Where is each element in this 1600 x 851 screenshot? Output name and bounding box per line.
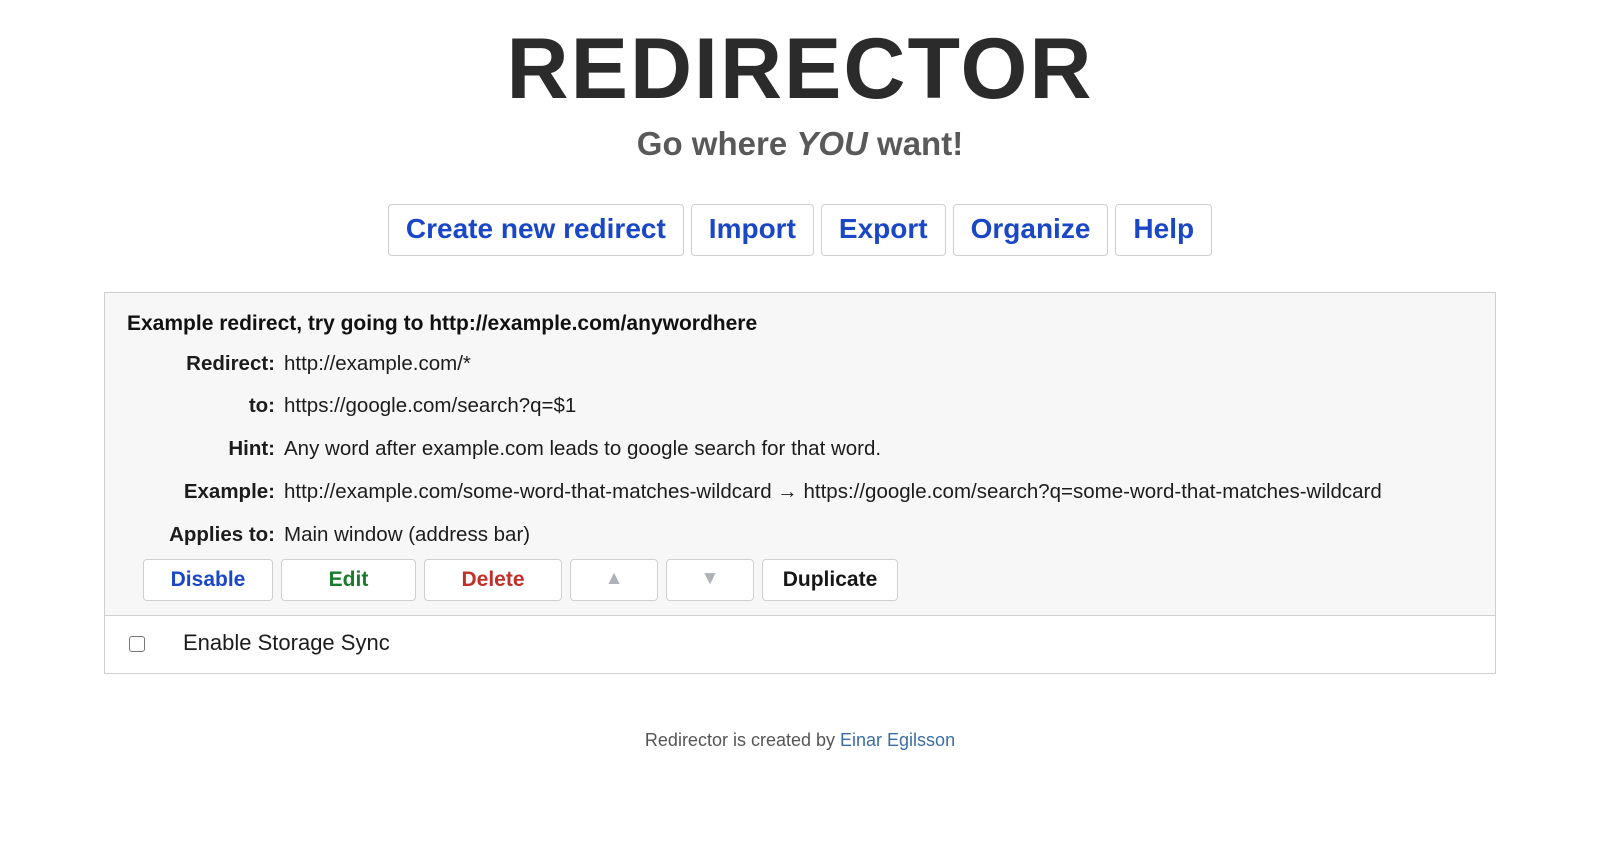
redirect-description: Example redirect, try going to http://ex… xyxy=(127,312,758,336)
page-header: REDIRECTOR Go where YOU want! xyxy=(0,0,1600,162)
storage-sync-row: Enable Storage Sync xyxy=(105,616,1495,673)
organize-button[interactable]: Organize xyxy=(952,204,1109,257)
redirect-to-value: https://google.com/search?q=$1 xyxy=(284,394,577,418)
redirector-page: REDIRECTOR Go where YOU want! Create new… xyxy=(0,0,1600,851)
redirect-list-container: Example redirect, try going to http://ex… xyxy=(104,292,1496,674)
redirect-hint-label: Hint: xyxy=(228,437,275,461)
detail-row-to: to: https://google.com/search?q=$1 xyxy=(125,391,1475,434)
redirect-from-label: Redirect: xyxy=(186,351,275,375)
page-title: REDIRECTOR xyxy=(506,21,1094,117)
redirect-item: Example redirect, try going to http://ex… xyxy=(105,293,1495,617)
redirect-example-value: http://example.com/some-word-that-matche… xyxy=(284,479,1382,503)
disable-button[interactable]: Disable xyxy=(143,559,273,602)
detail-row-redirect: Redirect: http://example.com/* xyxy=(125,349,1475,392)
redirect-applies-to-value: Main window (address bar) xyxy=(284,522,531,546)
create-new-redirect-button[interactable]: Create new redirect xyxy=(387,204,684,257)
redirect-actions: Disable Edit Delete ▲ ▼ Duplicate xyxy=(143,559,1475,602)
main-toolbar: Create new redirect Import Export Organi… xyxy=(0,204,1600,257)
redirect-details-table: Redirect: http://example.com/* to: https… xyxy=(125,349,1475,556)
enable-storage-sync-label[interactable]: Enable Storage Sync xyxy=(183,630,390,656)
delete-button[interactable]: Delete xyxy=(424,559,562,602)
duplicate-button[interactable]: Duplicate xyxy=(762,559,898,602)
detail-row-example: Example: http://example.com/some-word-th… xyxy=(125,477,1475,520)
redirect-hint-value: Any word after example.com leads to goog… xyxy=(284,437,882,461)
move-up-button[interactable]: ▲ xyxy=(570,559,658,602)
move-down-button[interactable]: ▼ xyxy=(666,559,754,602)
subtitle-pre: Go where xyxy=(636,125,797,162)
enable-storage-sync-checkbox[interactable] xyxy=(129,635,145,652)
subtitle-emphasis: YOU xyxy=(796,125,868,162)
redirect-from-value: http://example.com/* xyxy=(284,351,471,375)
page-subtitle: Go where YOU want! xyxy=(0,125,1600,162)
import-button[interactable]: Import xyxy=(690,204,814,257)
detail-row-hint: Hint: Any word after example.com leads t… xyxy=(125,434,1475,477)
page-footer: Redirector is created by Einar Egilsson xyxy=(0,730,1600,751)
detail-row-applies-to: Applies to: Main window (address bar) xyxy=(125,520,1475,556)
redirect-to-label: to: xyxy=(248,394,275,418)
export-button[interactable]: Export xyxy=(820,204,946,257)
redirect-applies-to-label: Applies to: xyxy=(169,522,275,546)
subtitle-post: want! xyxy=(867,125,964,162)
redirect-example-label: Example: xyxy=(183,479,275,503)
help-button[interactable]: Help xyxy=(1115,204,1213,257)
author-link[interactable]: Einar Egilsson xyxy=(840,730,955,750)
edit-button[interactable]: Edit xyxy=(281,559,416,602)
footer-text: Redirector is created by xyxy=(644,729,841,750)
